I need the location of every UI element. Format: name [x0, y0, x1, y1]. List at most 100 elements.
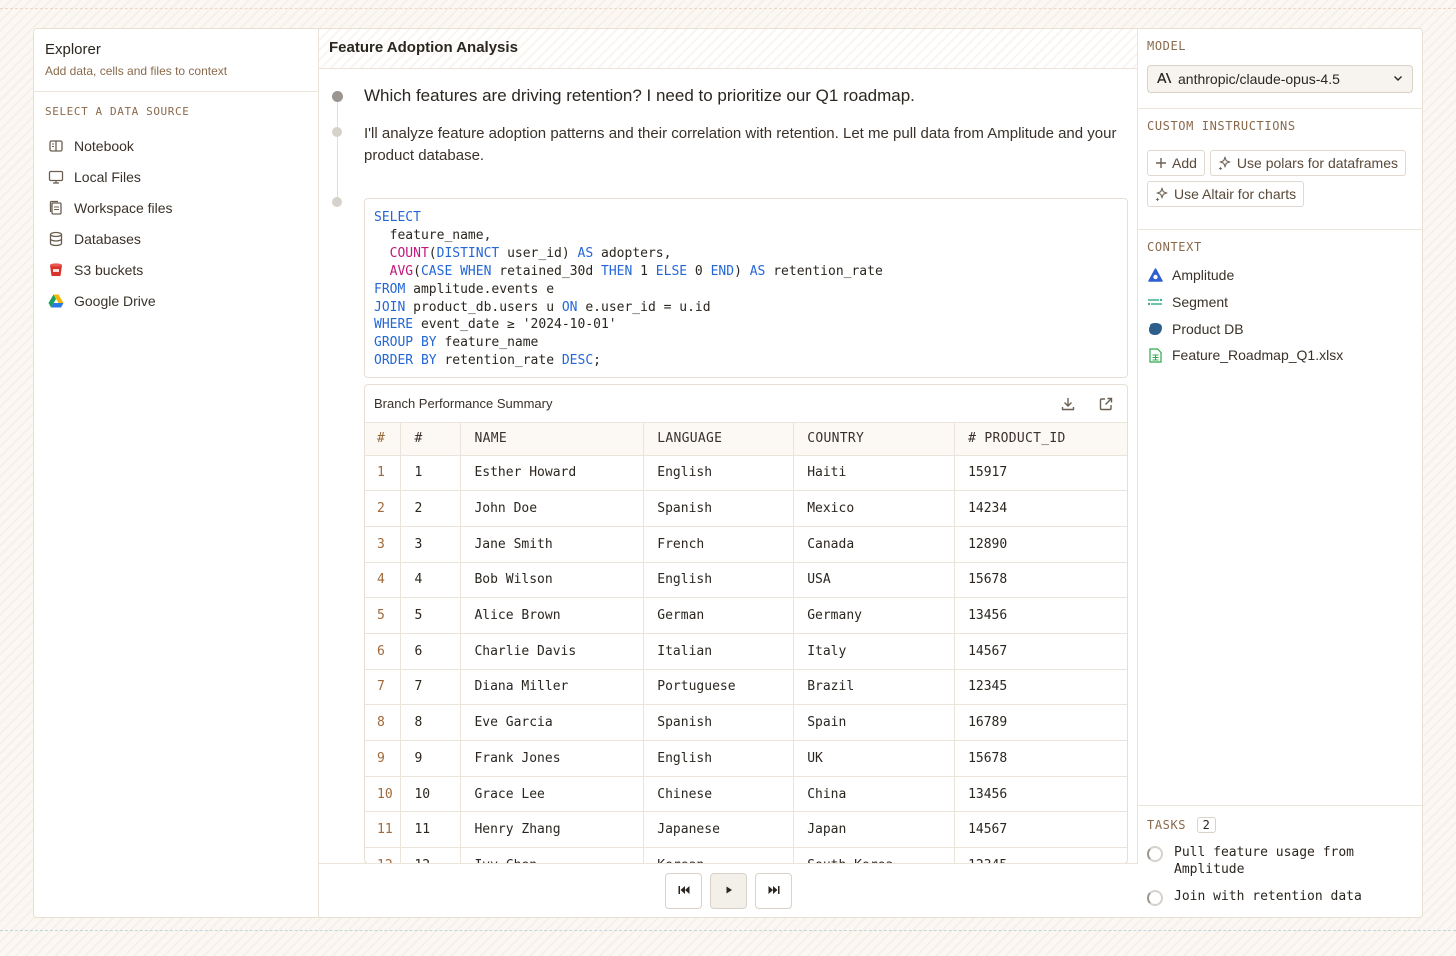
- files-icon: [47, 199, 65, 217]
- tasks-label: TASKS: [1147, 818, 1187, 832]
- tasks-count-badge: 2: [1196, 817, 1216, 833]
- table-cell: Eve Garcia: [460, 704, 645, 741]
- table-cell: 12345: [954, 847, 1127, 863]
- segment-icon: [1147, 294, 1163, 310]
- table-cell: Bob Wilson: [460, 562, 645, 599]
- table-cell: 6: [365, 633, 402, 670]
- column-header[interactable]: LANGUAGE: [643, 423, 795, 456]
- context-item-segment[interactable]: Segment: [1147, 289, 1413, 316]
- table-cell: Portuguese: [643, 669, 795, 706]
- column-header[interactable]: NAME: [460, 423, 645, 456]
- table-row[interactable]: 6 6 Charlie Davis Italian Italy 14567: [365, 633, 1127, 670]
- task-item[interactable]: Join with retention data: [1147, 888, 1413, 906]
- table-row[interactable]: 5 5 Alice Brown German Germany 13456: [365, 597, 1127, 634]
- table-cell: Canada: [793, 526, 956, 563]
- spinner-icon: [1147, 846, 1163, 862]
- monitor-icon: [47, 168, 65, 186]
- table-cell: 1: [365, 455, 402, 492]
- context-label-text: Feature_Roadmap_Q1.xlsx: [1172, 347, 1344, 364]
- skip-to-start-button[interactable]: [665, 872, 702, 909]
- skip-to-end-button[interactable]: [755, 872, 792, 909]
- source-item-s3-buckets[interactable]: S3 buckets: [34, 254, 318, 285]
- context-label-text: Product DB: [1172, 320, 1244, 337]
- custom-instructions-section: CUSTOM INSTRUCTIONS Add Use polars for d…: [1138, 109, 1422, 230]
- table-cell: 12: [400, 847, 462, 863]
- model-select[interactable]: anthropic/claude-opus-4.5: [1147, 65, 1413, 93]
- context-item-product-db[interactable]: Product DB: [1147, 315, 1413, 342]
- database-icon: [47, 230, 65, 248]
- column-header[interactable]: #: [400, 423, 462, 456]
- table-cell: 13456: [954, 776, 1127, 813]
- table-cell: 4: [365, 562, 402, 599]
- table-row[interactable]: 2 2 John Doe Spanish Mexico 14234: [365, 490, 1127, 527]
- table-row[interactable]: 1 1 Esther Howard English Haiti 15917: [365, 455, 1127, 492]
- table-cell: 3: [365, 526, 402, 563]
- chip-label: Use Altair for charts: [1174, 186, 1297, 202]
- table-cell: 14567: [954, 811, 1127, 849]
- table-cell: German: [643, 597, 795, 634]
- context-item-amplitude[interactable]: Amplitude: [1147, 262, 1413, 289]
- database-blob-icon: [1147, 321, 1163, 337]
- instruction-chip-altair[interactable]: Use Altair for charts: [1147, 181, 1305, 207]
- source-label: Databases: [74, 230, 141, 247]
- plus-icon: [1155, 157, 1167, 169]
- table-cell: Grace Lee: [460, 776, 645, 813]
- table-row[interactable]: 11 11 Henry Zhang Japanese Japan 14567: [365, 811, 1127, 849]
- table-cell: 8: [365, 704, 402, 741]
- data-source-section-label: SELECT A DATA SOURCE: [45, 105, 190, 118]
- table-row[interactable]: 3 3 Jane Smith French Canada 12890: [365, 526, 1127, 563]
- table-row[interactable]: 9 9 Frank Jones English UK 15678: [365, 740, 1127, 777]
- source-item-local-files[interactable]: Local Files: [34, 161, 318, 192]
- play-button[interactable]: [710, 872, 747, 909]
- notebook-icon: [47, 137, 65, 155]
- sql-code-cell[interactable]: SELECT feature_name, COUNT(DISTINCT user…: [364, 198, 1128, 378]
- table-cell: Haiti: [793, 455, 956, 492]
- source-item-google-drive[interactable]: Google Drive: [34, 285, 318, 316]
- source-item-notebook[interactable]: Notebook: [34, 130, 318, 161]
- tasks-section: TASKS 2 Pull feature usage from Amplitud…: [1138, 805, 1422, 916]
- custom-instructions-label: CUSTOM INSTRUCTIONS: [1147, 119, 1296, 133]
- column-header[interactable]: # PRODUCT_ID: [954, 423, 1127, 456]
- source-label: Notebook: [74, 137, 134, 154]
- source-item-workspace-files[interactable]: Workspace files: [34, 192, 318, 223]
- source-label: S3 buckets: [74, 261, 144, 278]
- table-cell: Spanish: [643, 490, 795, 527]
- table-cell: 11: [400, 811, 462, 849]
- instruction-chip-polars[interactable]: Use polars for dataframes: [1209, 150, 1406, 176]
- table-row[interactable]: 4 4 Bob Wilson English USA 15678: [365, 562, 1127, 599]
- table-cell: 14234: [954, 490, 1127, 527]
- table-header-row: # # NAME LANGUAGE COUNTRY # PRODUCT_ID: [365, 423, 1127, 456]
- task-item[interactable]: Pull feature usage from Amplitude: [1147, 844, 1413, 878]
- table-row[interactable]: 1212Ivy ChenKoreanSouth Korea12345: [365, 847, 1127, 863]
- results-table-title: Branch Performance Summary: [374, 396, 553, 411]
- table-cell: Brazil: [793, 669, 956, 706]
- table-cell: 1: [400, 455, 462, 492]
- source-item-databases[interactable]: Databases: [34, 223, 318, 254]
- task-label: Join with retention data: [1174, 889, 1362, 904]
- explorer-title: Explorer: [45, 41, 101, 58]
- assistant-answer: I'll analyze feature adoption patterns a…: [364, 125, 1117, 164]
- open-external-icon[interactable]: [1094, 392, 1118, 416]
- playback-controls: [319, 863, 1138, 917]
- column-header[interactable]: #: [365, 423, 402, 456]
- s3-bucket-icon: [47, 261, 65, 279]
- table-cell: 10: [400, 776, 462, 813]
- settings-panel: MODEL anthropic/claude-opus-4.5 CUSTOM I…: [1138, 29, 1422, 917]
- table-row[interactable]: 10 10 Grace Lee Chinese China 13456: [365, 776, 1127, 813]
- table-cell: Spanish: [643, 704, 795, 741]
- table-cell: Mexico: [793, 490, 956, 527]
- column-header[interactable]: COUNTRY: [793, 423, 956, 456]
- table-cell: Italy: [793, 633, 956, 670]
- download-icon[interactable]: [1056, 392, 1080, 416]
- context-item-feature-roadmap[interactable]: Feature_Roadmap_Q1.xlsx: [1147, 342, 1413, 369]
- table-row[interactable]: 7 7 Diana Miller Portuguese Brazil 12345: [365, 669, 1127, 706]
- table-cell: 14567: [954, 633, 1127, 670]
- add-instruction-button[interactable]: Add: [1147, 150, 1205, 176]
- table-cell: Frank Jones: [460, 740, 645, 777]
- table-cell: 12890: [954, 526, 1127, 563]
- table-cell: 7: [400, 669, 462, 706]
- table-row[interactable]: 8 8 Eve Garcia Spanish Spain 16789: [365, 704, 1127, 741]
- table-cell: 4: [400, 562, 462, 599]
- amplitude-icon: [1147, 267, 1163, 283]
- source-label: Local Files: [74, 168, 141, 185]
